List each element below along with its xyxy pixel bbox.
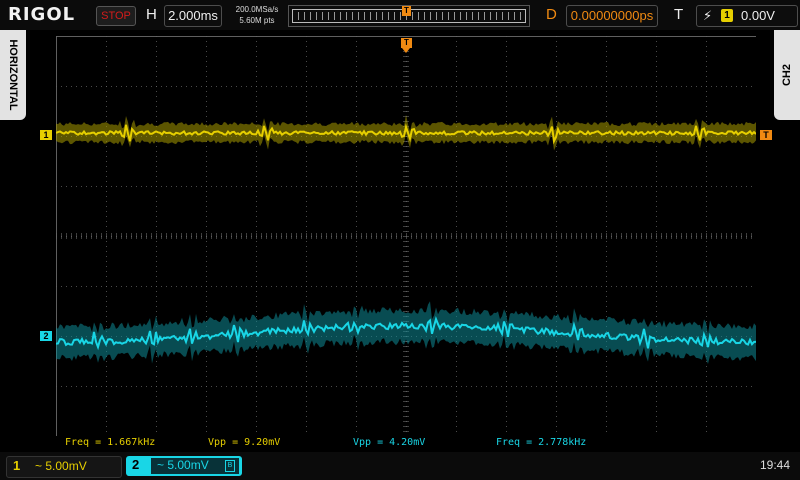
- trigger-position-label: T: [401, 38, 412, 48]
- ch2-menu-label: CH2: [781, 63, 793, 87]
- ch1-button[interactable]: 1 ~ 5.00mV: [6, 456, 122, 478]
- ch1-scale: ~ 5.00mV: [35, 459, 87, 473]
- run-stop-status[interactable]: STOP: [96, 6, 136, 26]
- bottom-channel-bar: 1 ~ 5.00mV 2 ~ 5.00mV B 19:44: [0, 452, 800, 480]
- acquisition-info: 200.0MSa/s 5.60M pts: [226, 4, 288, 26]
- trigger-label: T: [674, 6, 684, 23]
- timebase-value[interactable]: 2.000ms: [164, 5, 222, 27]
- horizontal-label: H: [146, 6, 157, 23]
- ch1-number: 1: [13, 458, 21, 473]
- bandwidth-limit-icon: B: [225, 460, 235, 472]
- rigol-logo: RIGOL: [8, 4, 76, 25]
- ch2-button[interactable]: 2 ~ 5.00mV B: [126, 456, 242, 476]
- waveform-display[interactable]: [56, 36, 756, 436]
- trigger-level-value: 0.00V: [741, 8, 775, 23]
- ch1-vpp-measurement: Vpp = 9.20mV: [208, 437, 281, 448]
- top-status-bar: RIGOL STOP H 2.000ms 200.0MSa/s 5.60M pt…: [0, 0, 800, 30]
- horizontal-menu-label: HORIZONTAL: [7, 39, 19, 111]
- ch2-scale: ~ 5.00mV: [157, 458, 209, 472]
- system-clock: 19:44: [759, 458, 790, 472]
- ch2-scale-box: ~ 5.00mV B: [150, 457, 240, 475]
- ch2-menu-tab[interactable]: CH2: [774, 30, 800, 120]
- trigger-position-arrow: [402, 48, 410, 53]
- ch2-number: 2: [132, 457, 140, 472]
- memory-trigger-marker: T: [402, 6, 411, 16]
- sample-rate: 200.0MSa/s: [235, 5, 279, 14]
- delay-value[interactable]: 0.00000000ps: [566, 5, 658, 27]
- ch2-vpp-measurement: Vpp = 4.20mV: [353, 437, 426, 448]
- delay-label: D: [546, 6, 557, 23]
- trigger-level-marker[interactable]: T: [760, 130, 772, 140]
- memory-depth: 5.60M pts: [239, 16, 275, 25]
- horizontal-menu-tab[interactable]: HORIZONTAL: [0, 30, 26, 120]
- trigger-position-marker[interactable]: T: [401, 38, 412, 54]
- waveform-traces: [56, 114, 756, 364]
- ch2-frequency-measurement: Freq = 2.778kHz: [496, 437, 587, 448]
- trigger-settings[interactable]: ⚡︎ 1 0.00V: [696, 5, 798, 27]
- trigger-source-badge: 1: [721, 9, 733, 22]
- ch1-frequency-measurement: Freq = 1.667kHz: [65, 437, 156, 448]
- rising-edge-icon: ⚡︎: [703, 8, 713, 23]
- ch2-offset-marker[interactable]: 2: [40, 331, 52, 341]
- memory-overview-strip[interactable]: T: [288, 5, 530, 27]
- ch1-offset-marker[interactable]: 1: [40, 130, 52, 140]
